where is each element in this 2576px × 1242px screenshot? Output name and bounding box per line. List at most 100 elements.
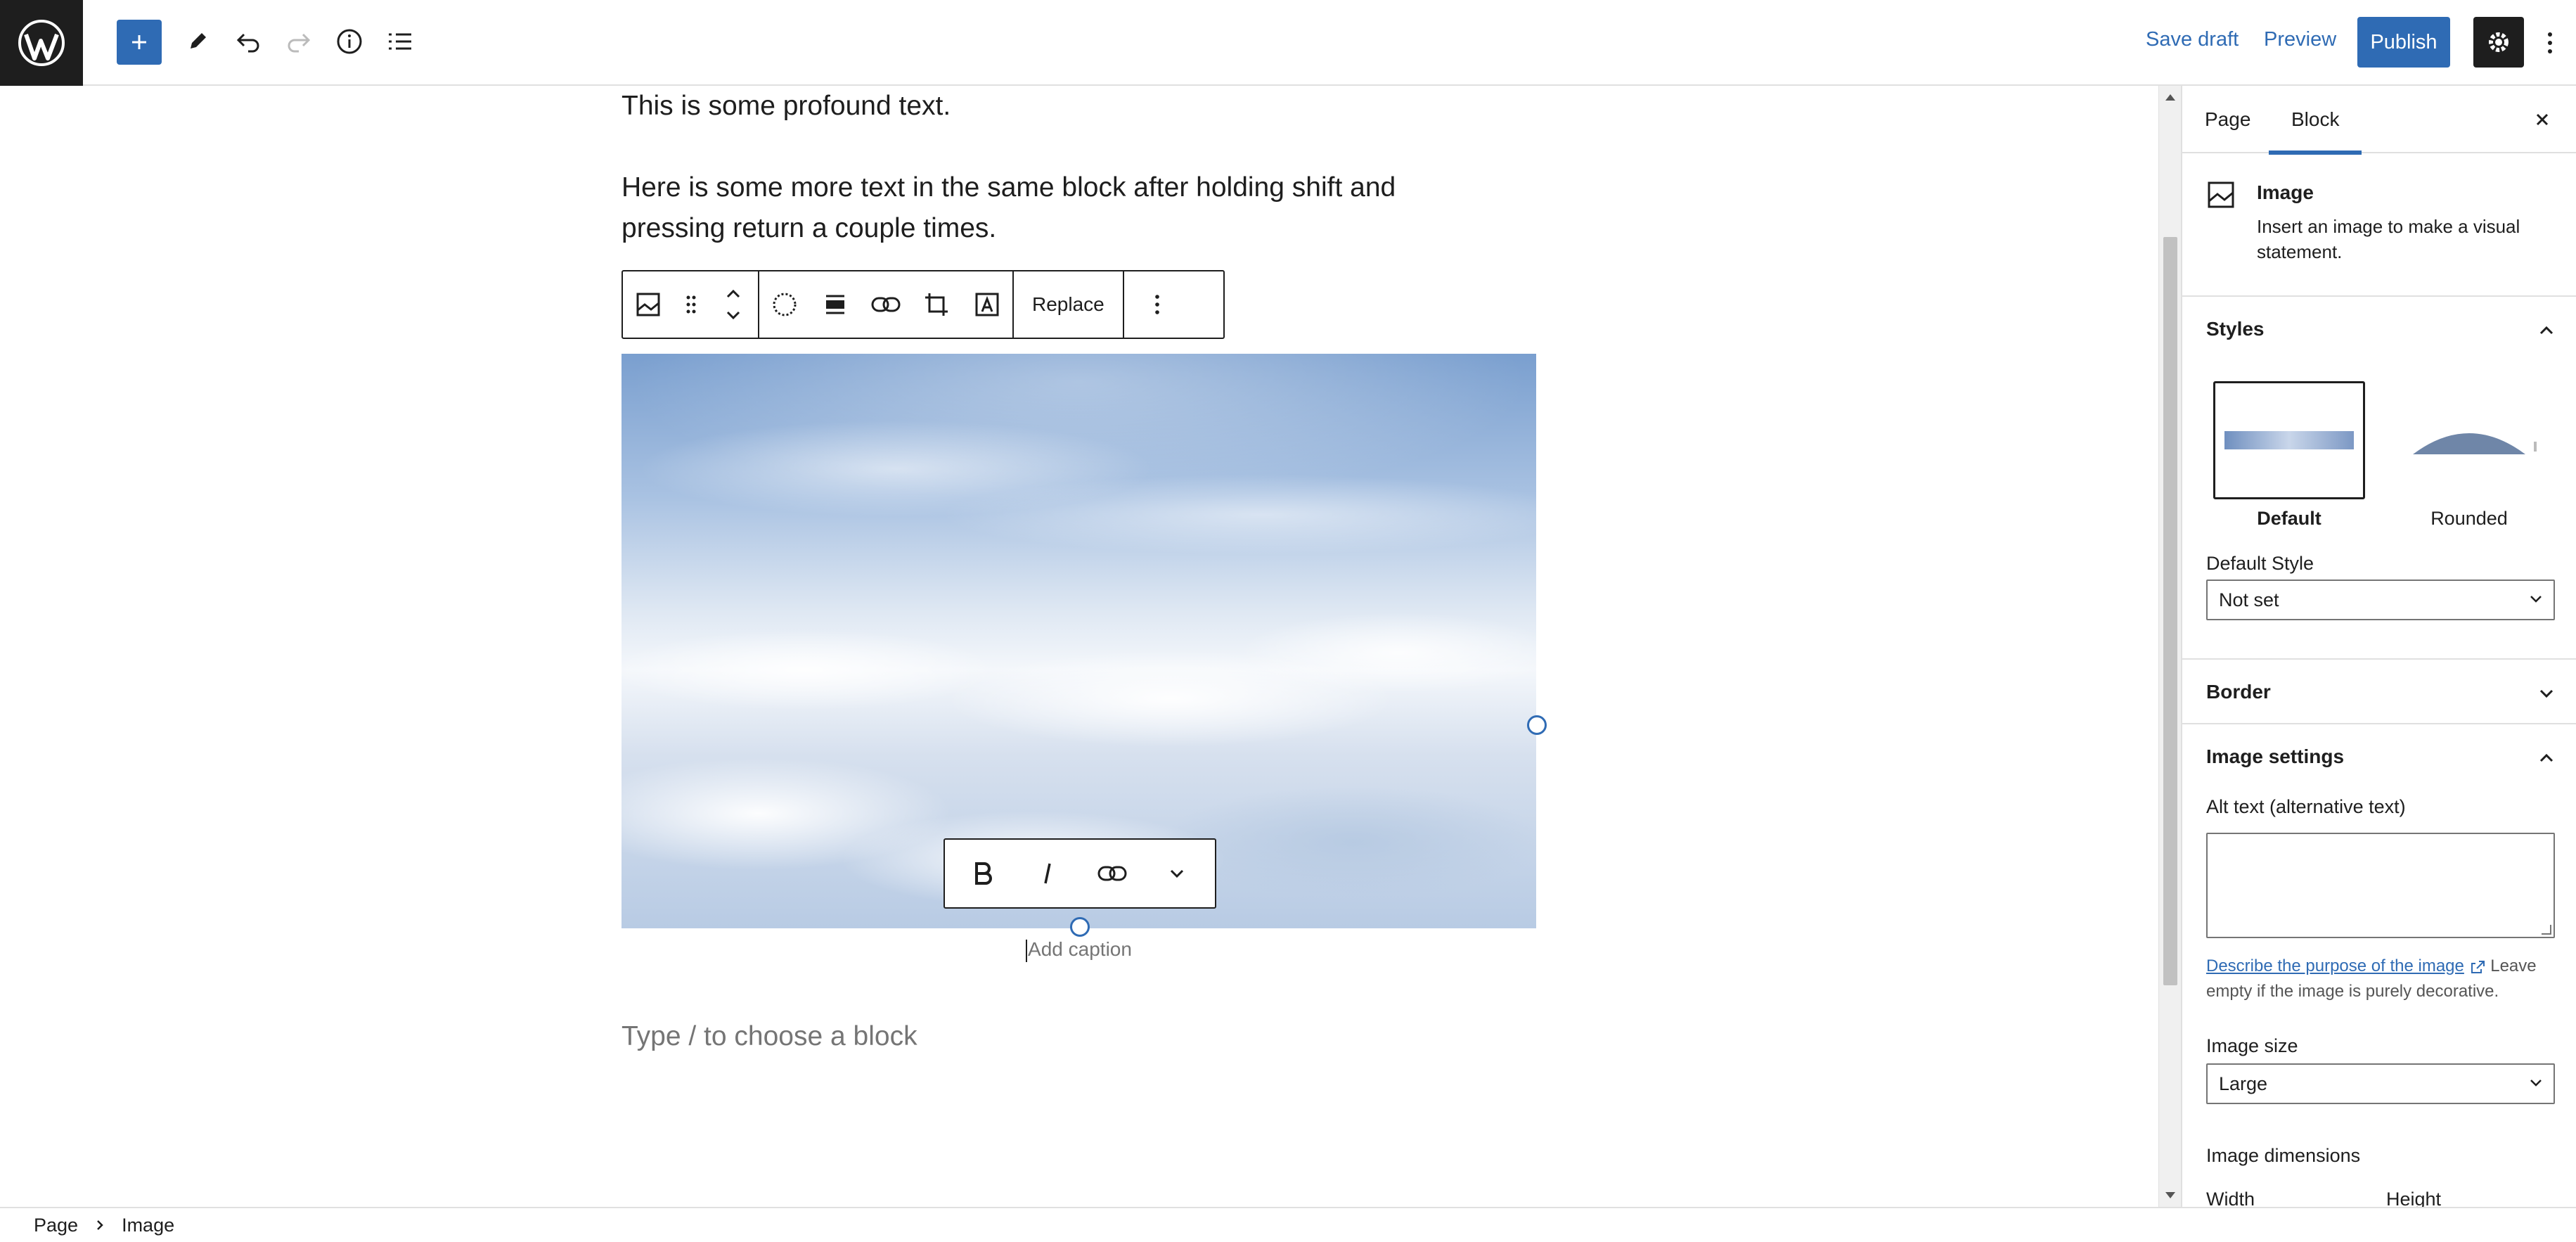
close-sidebar-button[interactable]	[2521, 98, 2563, 141]
style-label-default: Default	[2257, 508, 2321, 529]
scroll-thumb[interactable]	[2163, 237, 2177, 985]
sidebar-tabs: Page Block	[2182, 86, 2576, 155]
image-icon	[636, 293, 660, 316]
alt-text-help: Describe the purpose of the image Leave …	[2206, 954, 2555, 1004]
list-view-icon	[389, 33, 411, 50]
settings-button[interactable]	[2473, 17, 2524, 68]
save-draft-button[interactable]: Save draft	[2146, 28, 2239, 51]
options-button[interactable]	[2536, 25, 2564, 60]
styles-panel-title: Styles	[2206, 318, 2265, 340]
tab-block[interactable]: Block	[2269, 86, 2362, 155]
resize-grip-icon[interactable]	[2542, 925, 2551, 935]
plus-icon	[132, 35, 146, 49]
alt-text-input[interactable]	[2206, 833, 2555, 938]
undo-button[interactable]	[225, 18, 271, 65]
italic-icon	[1044, 863, 1051, 884]
block-breadcrumb: Page Image	[0, 1207, 2576, 1242]
gear-icon	[2489, 32, 2509, 52]
image-dimensions-label: Image dimensions	[2206, 1145, 2361, 1166]
breadcrumb-image[interactable]: Image	[122, 1215, 174, 1236]
details-button[interactable]	[326, 18, 373, 65]
text-overlay-button[interactable]	[962, 271, 1012, 338]
close-icon	[2536, 113, 2549, 126]
height-label: Height	[2386, 1189, 2442, 1207]
caption-format-toolbar	[944, 838, 1216, 909]
text-caret	[1026, 939, 1028, 962]
resize-handle-bottom[interactable]	[1070, 917, 1090, 937]
text-over-image-icon	[975, 293, 999, 316]
editor-canvas: This is some profound text. Here is some…	[0, 86, 2158, 1207]
link-icon	[1097, 866, 1127, 881]
italic-button[interactable]	[1019, 845, 1076, 902]
external-link-icon	[2471, 960, 2485, 973]
chevron-up-icon	[2532, 316, 2561, 345]
chevron-down-icon	[1170, 869, 1184, 878]
undo-icon	[236, 33, 259, 53]
chevron-down-icon	[2532, 679, 2561, 708]
default-block-appender[interactable]: Type / to choose a block	[622, 1021, 917, 1052]
style-label-rounded: Rounded	[2430, 508, 2508, 529]
link-button[interactable]	[861, 271, 911, 338]
align-button[interactable]	[810, 271, 861, 338]
align-wide-icon	[826, 295, 844, 314]
style-option-rounded[interactable]	[2393, 381, 2545, 499]
preview-button[interactable]: Preview	[2264, 28, 2336, 51]
chevron-up-icon	[2532, 744, 2561, 772]
info-icon	[337, 29, 362, 54]
image-block-switcher[interactable]	[623, 271, 674, 338]
duotone-icon	[773, 293, 797, 316]
breadcrumb-page[interactable]: Page	[34, 1215, 78, 1236]
image-size-value: Large	[2219, 1073, 2268, 1094]
drag-handle-icon	[686, 295, 696, 314]
tab-page[interactable]: Page	[2182, 86, 2273, 153]
publish-button[interactable]: Publish	[2357, 17, 2450, 68]
styles-panel-toggle[interactable]: Styles	[2182, 297, 2576, 363]
wordpress-logo-icon[interactable]	[0, 0, 83, 86]
width-label: Width	[2206, 1189, 2255, 1207]
settings-sidebar: Page Block Image Insert an image to make…	[2181, 86, 2576, 1207]
replace-button[interactable]: Replace	[1014, 271, 1123, 338]
border-panel-toggle[interactable]: Border	[2182, 658, 2576, 724]
image-size-label: Image size	[2206, 1035, 2298, 1056]
more-vertical-icon	[1154, 295, 1159, 314]
style-option-default[interactable]	[2213, 381, 2365, 499]
image-size-select[interactable]: Large	[2206, 1063, 2555, 1104]
block-toolbar: Replace	[622, 270, 1225, 339]
default-style-label: Default Style	[2206, 553, 2314, 574]
resize-handle-right[interactable]	[1527, 715, 1547, 735]
image-caption[interactable]: Add caption	[622, 938, 1536, 962]
drag-handle[interactable]	[674, 271, 709, 338]
redo-button[interactable]	[276, 18, 322, 65]
block-card-title: Image	[2257, 181, 2314, 203]
bold-icon	[975, 862, 992, 885]
image-settings-title: Image settings	[2206, 745, 2345, 767]
pencil-icon	[191, 33, 206, 49]
add-block-button[interactable]	[117, 20, 162, 65]
crop-button[interactable]	[911, 271, 962, 338]
chevron-down-icon	[726, 311, 740, 320]
image-icon	[2206, 180, 2236, 213]
scroll-up-arrow[interactable]	[2165, 94, 2175, 101]
editor-header: Save draft Preview Publish	[0, 0, 2576, 86]
scroll-down-arrow[interactable]	[2165, 1192, 2175, 1198]
default-style-select[interactable]: Not set	[2206, 580, 2555, 620]
image-settings-panel-toggle[interactable]: Image settings	[2182, 724, 2576, 790]
describe-purpose-link[interactable]: Describe the purpose of the image	[2206, 956, 2464, 975]
redo-icon	[288, 33, 311, 53]
paragraph-block[interactable]: This is some profound text.	[622, 86, 951, 127]
caption-placeholder: Add caption	[1028, 938, 1132, 960]
canvas-scrollbar[interactable]	[2158, 86, 2181, 1207]
paragraph-block[interactable]: Here is some more text in the same block…	[622, 167, 1493, 249]
chevron-up-icon	[726, 289, 740, 298]
bold-button[interactable]	[955, 845, 1011, 902]
default-style-value: Not set	[2219, 589, 2279, 610]
chevron-down-icon	[2530, 1080, 2542, 1087]
block-options-button[interactable]	[1124, 271, 1190, 338]
list-view-button[interactable]	[377, 18, 423, 65]
chevron-down-icon	[2530, 596, 2542, 603]
more-formats-button[interactable]	[1149, 845, 1205, 902]
caption-link-button[interactable]	[1084, 845, 1140, 902]
tools-button[interactable]	[174, 18, 221, 65]
duotone-button[interactable]	[759, 271, 810, 338]
move-up-down[interactable]	[709, 271, 758, 338]
